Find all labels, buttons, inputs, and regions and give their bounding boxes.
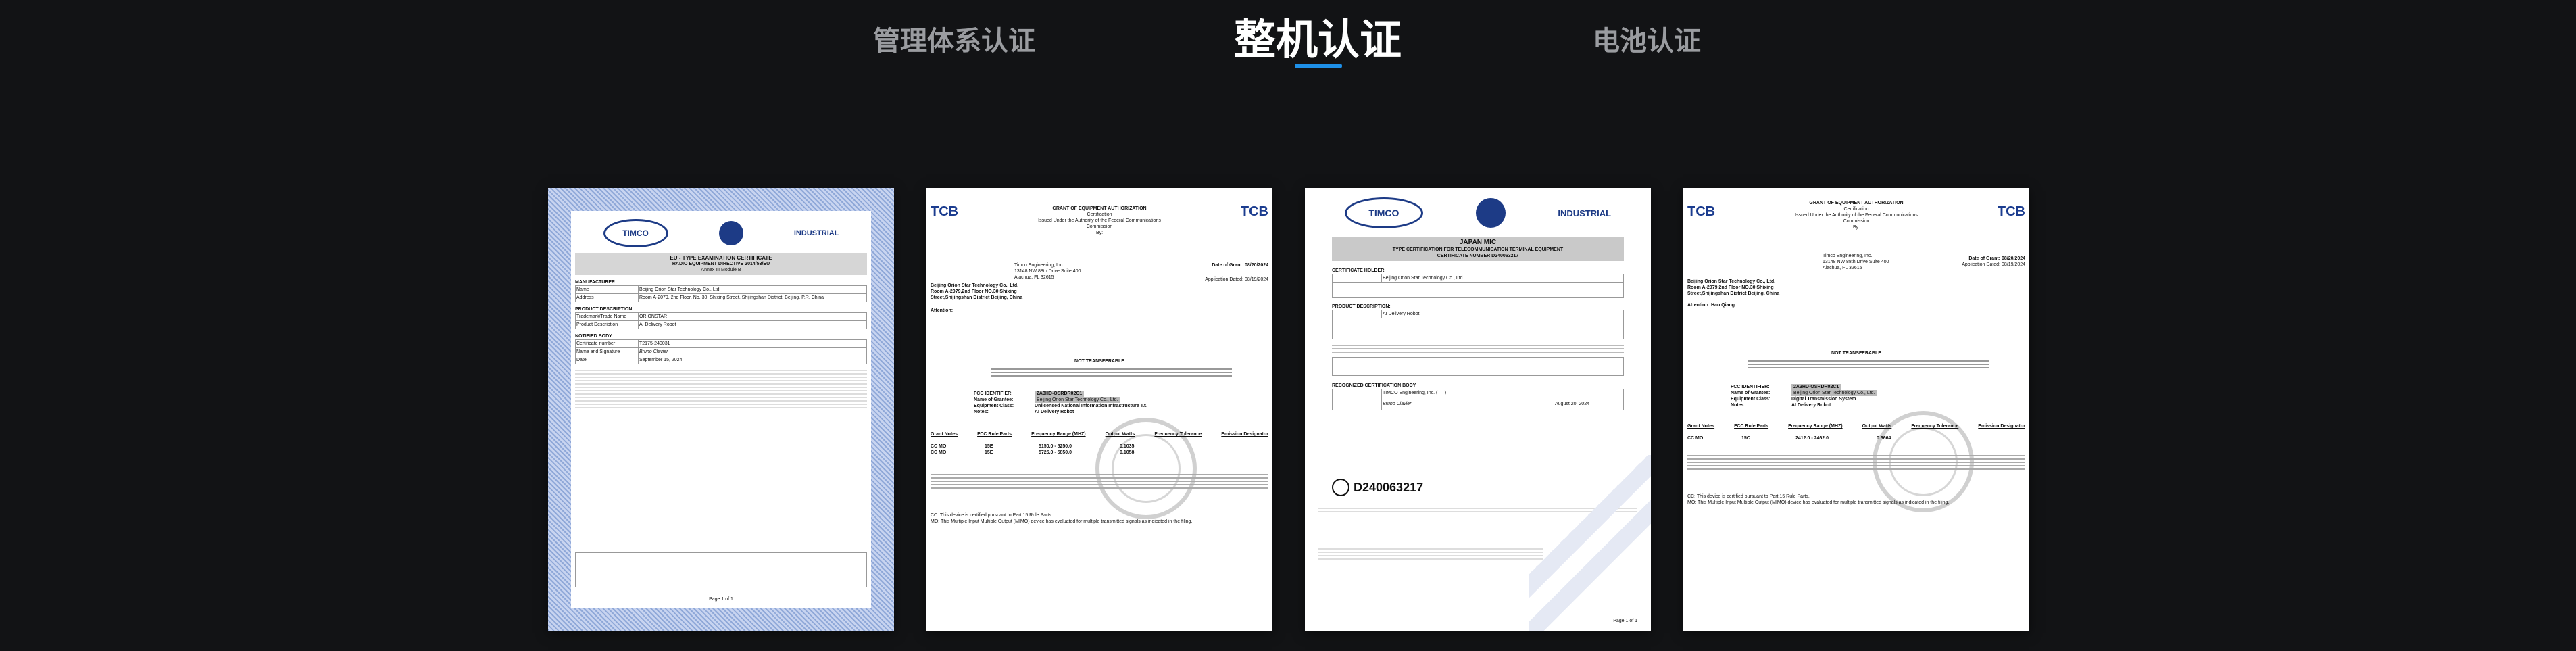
tele-mark: D240063217 (1332, 479, 1423, 496)
lab-name: Timco Engineering, Inc. (1014, 263, 1064, 268)
certificate-annex: Annex III Module B (701, 268, 741, 272)
body-label: RECOGNIZED CERTIFICATION BODY (1332, 383, 1416, 388)
lab-address: 13148 NW 88th Drive Suite 400 Alachua, F… (1014, 269, 1081, 280)
product-name: AI Delivery Robot (1383, 312, 1420, 316)
date-of-grant: Date of Grant: 08/20/2024 (1212, 263, 1268, 268)
decorative-stripes (1529, 455, 1651, 631)
signature: Bruno Clavier (1383, 401, 1412, 406)
fcc-identifier: 2A3HD-OSRDR02C1 (1791, 384, 1841, 390)
certificate-title: EU - TYPE EXAMINATION CERTIFICATE (670, 255, 772, 261)
date-of-grant: Date of Grant: 08/20/2024 (1968, 256, 2025, 261)
grant-title: GRANT OF EQUIPMENT AUTHORIZATION (1809, 201, 1904, 206)
grantee-address: Room A-2079,2nd Floor NO.30 Shixing Stre… (931, 289, 1023, 300)
equipment-class: Digital Transmission System (1791, 397, 1856, 402)
cc-note: CC: This device is certified pursuant to… (931, 513, 1053, 518)
attention: Attention: Hao Qiang (1687, 303, 1735, 308)
certificate-details-table: MANUFACTURER Name Beijing Orion Star Tech… (575, 279, 867, 364)
timco-logo: TIMCO (603, 219, 668, 247)
certificate-body-text (575, 370, 867, 408)
grantee-address: Room A-2079,2nd Floor NO.30 Shixing Stre… (1687, 285, 1780, 296)
grant-certification: Certification (1843, 207, 1869, 212)
accredited-seal-icon (1475, 198, 1506, 228)
page-number: Page 1 of 1 (1613, 619, 1637, 623)
grantee-company: Beijing Orion Star Technology Co., Ltd. (931, 283, 1019, 288)
mo-note: MO: This Multiple Input Multiple Output … (931, 519, 1193, 524)
mo-note: MO: This Multiple Input Multiple Output … (1687, 500, 1950, 505)
grant-by: By: (1095, 231, 1104, 235)
mic-subtitle: TYPE CERTIFICATION FOR TELECOMMUNICATION… (1392, 247, 1564, 252)
cc-note: CC: This device is certified pursuant to… (1687, 494, 1810, 499)
holder-company: Beijing Orion Star Technology Co., Ltd (1383, 276, 1463, 281)
certificate-japan-mic[interactable]: TIMCO INDUSTRIAL JAPAN MIC TYPE CERTIFIC… (1305, 188, 1651, 631)
tcb-logo-right: TCB (1997, 204, 2025, 219)
notes: AI Delivery Robot (1791, 403, 1831, 408)
not-transferable: NOT TRANSFERABLE (1074, 359, 1124, 364)
certificate-gallery: TIMCO INDUSTRIAL EU - TYPE EXAMINATION C… (0, 188, 2576, 633)
notes: AI Delivery Robot (1035, 410, 1074, 414)
lab-name: Timco Engineering, Inc. (1823, 254, 1873, 258)
product-label: PRODUCT DESCRIPTION: (1332, 304, 1391, 309)
tcb-logo-right: TCB (1240, 204, 1268, 219)
certificate-fcc-grant-dts[interactable]: TCB TCB GRANT OF EQUIPMENT AUTHORIZATION… (1683, 188, 2029, 631)
body-name: TIMCO Engineering, Inc. (TIT) (1383, 391, 1447, 395)
holder-label: CERTIFICATE HOLDER: (1332, 268, 1386, 273)
grant-title: GRANT OF EQUIPMENT AUTHORIZATION (1052, 206, 1147, 211)
industrial-logo: INDUSTRIAL (1558, 208, 1612, 218)
grant-certification: Certification (1087, 212, 1112, 217)
certification-tabs: 管理体系认证 整机认证 电池认证 (0, 0, 2576, 74)
grant-table-header: Grant Notes FCC Rule Parts Frequency Ran… (931, 432, 1268, 437)
name-of-grantee: Beijing Orion Star Technology Co., Ltd. (1791, 390, 1877, 396)
grant-table-rows: CC MO 15E 5150.0 - 5250.0 0.1035 CC MO 15E 57… (931, 444, 1135, 455)
industrial-logo: INDUSTRIAL (793, 229, 839, 237)
application-date: Application Dated: 08/19/2024 (1205, 277, 1268, 282)
grant-issued: Issued Under the Authority of the Federa… (1038, 218, 1161, 229)
tab-management-system-cert[interactable]: 管理体系认证 (873, 19, 1035, 58)
telec-mark-icon (1332, 479, 1349, 496)
name-of-grantee: Beijing Orion Star Technology Co., Ltd. (1035, 397, 1120, 403)
not-transferable: NOT TRANSFERABLE (1831, 351, 1881, 356)
equipment-class: Unlicensed National Information Infrastr… (1035, 404, 1147, 408)
timco-logo: TIMCO (1344, 197, 1423, 228)
grant-table-header: Grant Notes FCC Rule Parts Frequency Ran… (1687, 424, 2025, 429)
attention: Attention: (931, 308, 953, 313)
certificate-eu-type-examination[interactable]: TIMCO INDUSTRIAL EU - TYPE EXAMINATION C… (548, 188, 894, 631)
mic-title: JAPAN MIC (1459, 239, 1497, 246)
grant-issued: Issued Under the Authority of the Federa… (1795, 213, 1918, 224)
active-tab-indicator (1295, 64, 1342, 68)
page-number: Page 1 of 1 (709, 597, 733, 602)
fcc-identifier: 2A3HD-OSRDR02C1 (1035, 391, 1085, 397)
tcb-logo-left: TCB (1687, 204, 1716, 219)
signature-date: August 20, 2024 (1555, 401, 1589, 406)
mic-cert-number: CERTIFICATE NUMBER D240063217 (1437, 254, 1519, 258)
grantee-company: Beijing Orion Star Technology Co., Ltd. (1687, 279, 1776, 284)
tab-device-cert[interactable]: 整机认证 (1234, 5, 1402, 66)
grant-table-rows: CC MO 15C 2412.0 - 2462.0 0.3664 (1687, 436, 1891, 441)
tab-battery-cert[interactable]: 电池认证 (1593, 19, 1701, 58)
application-date: Application Dated: 08/19/2024 (1962, 262, 2025, 267)
accredited-seal-icon (718, 221, 743, 245)
grant-by: By: (1852, 225, 1860, 230)
lab-address: 13148 NW 88th Drive Suite 400 Alachua, F… (1823, 260, 1889, 270)
tcb-logo-left: TCB (931, 204, 959, 219)
certificate-footer-box (575, 552, 867, 587)
certificate-fcc-grant-unii[interactable]: TCB TCB GRANT OF EQUIPMENT AUTHORIZATION… (926, 188, 1272, 631)
certificate-subtitle: RADIO EQUIPMENT DIRECTIVE 2014/53/EU (672, 262, 770, 266)
